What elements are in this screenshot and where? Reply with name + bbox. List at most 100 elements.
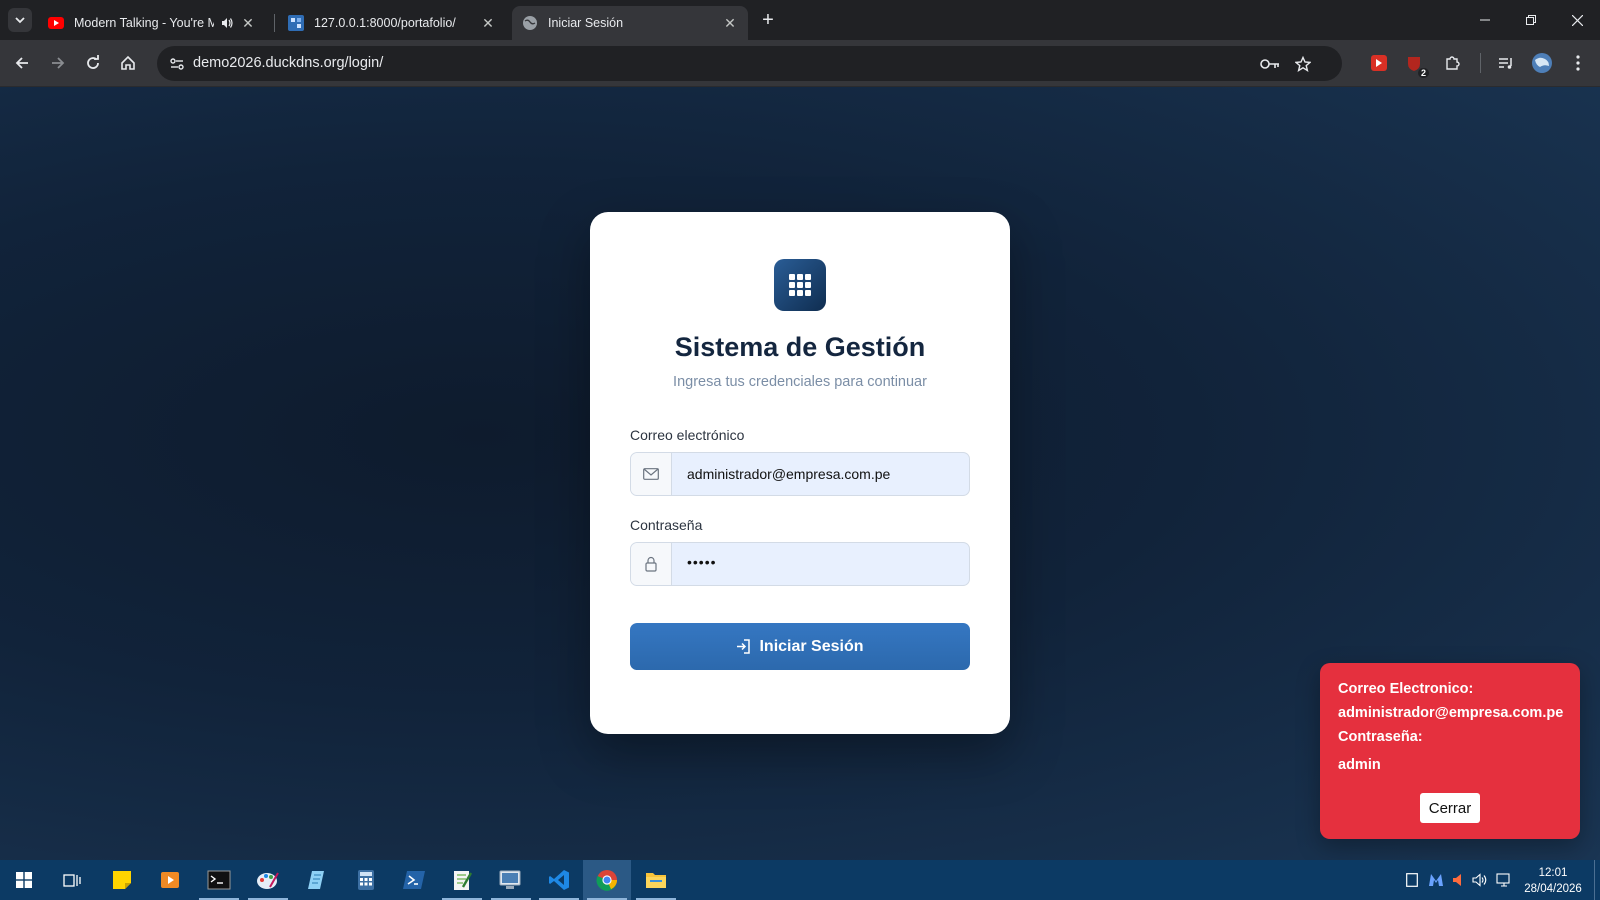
back-arrow-icon bbox=[15, 57, 28, 69]
minimize-button[interactable] bbox=[1462, 0, 1508, 40]
task-view-icon bbox=[63, 874, 81, 887]
extension-badge-button[interactable]: 2 bbox=[1403, 51, 1429, 78]
close-icon[interactable]: ✕ bbox=[722, 15, 738, 31]
playlist-icon bbox=[1499, 58, 1512, 69]
password-key-icon[interactable] bbox=[1258, 52, 1282, 76]
reload-button[interactable] bbox=[81, 51, 105, 75]
avatar bbox=[1532, 53, 1552, 73]
minimize-icon bbox=[1480, 19, 1490, 21]
site-info-icon[interactable] bbox=[165, 52, 189, 76]
taskbar-file-explorer[interactable] bbox=[632, 860, 680, 900]
task-view-button[interactable] bbox=[48, 860, 96, 900]
muted-speaker-tray-icon[interactable] bbox=[1448, 870, 1468, 890]
tab-search-button[interactable] bbox=[8, 8, 32, 32]
close-icon[interactable]: ✕ bbox=[240, 15, 256, 31]
toast-close-button[interactable]: Cerrar bbox=[1420, 793, 1480, 823]
password-field[interactable]: ••••• bbox=[630, 542, 970, 586]
tab-strip: Modern Talking - You're My Heart, You're… bbox=[0, 0, 1600, 40]
taskbar-paint[interactable] bbox=[244, 860, 292, 900]
show-desktop-button[interactable] bbox=[1594, 860, 1600, 900]
terminal-icon bbox=[207, 870, 231, 890]
taskbar-media-player[interactable] bbox=[146, 860, 194, 900]
paint-icon bbox=[257, 872, 279, 889]
browser-menu-button[interactable] bbox=[1566, 51, 1590, 75]
password-value[interactable]: ••••• bbox=[687, 554, 717, 570]
back-button[interactable] bbox=[10, 51, 34, 75]
toast-password-label: Contraseña: bbox=[1338, 729, 1423, 745]
url-text[interactable]: demo2026.duckdns.org/login/ bbox=[193, 55, 383, 71]
notepad-icon bbox=[308, 871, 324, 889]
restore-icon bbox=[1526, 15, 1536, 25]
taskbar-notepad[interactable] bbox=[293, 860, 341, 900]
login-card: Sistema de Gestión Ingresa tus credencia… bbox=[590, 212, 1010, 734]
malwarebytes-icon[interactable] bbox=[1426, 870, 1446, 890]
media-control-button[interactable] bbox=[1494, 51, 1518, 75]
profile-button[interactable] bbox=[1530, 51, 1554, 75]
taskbar-powershell[interactable] bbox=[390, 860, 438, 900]
home-icon bbox=[121, 55, 135, 70]
login-button[interactable]: Iniciar Sesión bbox=[630, 623, 970, 670]
email-label: Correo electrónico bbox=[630, 427, 745, 443]
forward-button[interactable] bbox=[46, 51, 70, 75]
sticky-notes-icon bbox=[113, 871, 131, 889]
youtube-icon bbox=[48, 15, 64, 31]
taskbar-notepad-plus[interactable] bbox=[438, 860, 486, 900]
lock-icon bbox=[631, 543, 672, 585]
django-icon bbox=[288, 15, 304, 31]
tab-portafolio[interactable]: 127.0.0.1:8000/portafolio/ ✕ bbox=[278, 6, 506, 40]
extension-button[interactable] bbox=[1367, 51, 1391, 75]
speaker-icon[interactable] bbox=[220, 16, 234, 30]
taskbar: 12:01 28/04/2026 bbox=[0, 860, 1600, 900]
login-button-label: Iniciar Sesión bbox=[759, 637, 864, 655]
tab-iniciar-sesion[interactable]: Iniciar Sesión ✕ bbox=[512, 6, 748, 40]
email-field[interactable]: administrador@empresa.com.pe bbox=[630, 452, 970, 496]
taskbar-chrome[interactable] bbox=[583, 860, 631, 900]
new-tab-button[interactable]: + bbox=[758, 9, 778, 31]
reload-icon bbox=[87, 55, 99, 69]
close-icon[interactable]: ✕ bbox=[480, 15, 496, 31]
volume-icon[interactable] bbox=[1470, 870, 1490, 890]
taskbar-clock[interactable]: 12:01 28/04/2026 bbox=[1518, 865, 1588, 897]
more-vertical-icon bbox=[1576, 55, 1580, 71]
restore-button[interactable] bbox=[1508, 0, 1554, 40]
credentials-toast: Correo Electronico: administrador@empres… bbox=[1320, 663, 1580, 839]
extensions-menu-button[interactable] bbox=[1440, 51, 1464, 75]
toast-email-value: administrador@empresa.com.pe bbox=[1338, 705, 1564, 721]
home-button[interactable] bbox=[116, 51, 140, 75]
taskbar-sticky-notes[interactable] bbox=[98, 860, 146, 900]
tray-notification-icon[interactable] bbox=[1402, 870, 1422, 890]
page-subtitle: Ingresa tus credenciales para continuar bbox=[673, 374, 927, 390]
taskbar-calculator[interactable] bbox=[342, 860, 390, 900]
password-label: Contraseña bbox=[630, 517, 703, 533]
calculator-icon bbox=[358, 870, 374, 890]
remote-desktop-icon bbox=[499, 870, 521, 889]
taskbar-terminal[interactable] bbox=[195, 860, 243, 900]
powershell-icon bbox=[403, 871, 425, 889]
toast-email-label: Correo Electronico: bbox=[1338, 681, 1474, 697]
tab-divider bbox=[274, 14, 275, 32]
close-window-button[interactable] bbox=[1554, 0, 1600, 40]
close-icon bbox=[1571, 14, 1583, 26]
envelope-icon bbox=[631, 453, 672, 495]
sign-in-icon bbox=[736, 639, 751, 654]
clock-time: 12:01 bbox=[1538, 867, 1568, 879]
red-extension-icon bbox=[1371, 55, 1387, 71]
chevron-down-icon bbox=[15, 17, 25, 24]
page-background: Sistema de Gestión Ingresa tus credencia… bbox=[0, 87, 1600, 860]
taskbar-remote-desktop[interactable] bbox=[487, 860, 535, 900]
chrome-icon bbox=[596, 870, 618, 891]
address-bar[interactable]: demo2026.duckdns.org/login/ bbox=[157, 46, 1342, 81]
start-icon bbox=[16, 872, 32, 888]
puzzle-icon bbox=[1446, 56, 1460, 70]
globe-icon bbox=[522, 15, 538, 31]
notepad-plus-icon bbox=[454, 871, 473, 890]
toolbar-divider bbox=[1480, 53, 1481, 73]
email-value[interactable]: administrador@empresa.com.pe bbox=[687, 466, 890, 482]
extension-badge-count: 2 bbox=[1417, 68, 1429, 78]
taskbar-vscode[interactable] bbox=[535, 860, 583, 900]
vscode-icon bbox=[549, 870, 569, 890]
start-button[interactable] bbox=[0, 860, 48, 900]
network-icon[interactable] bbox=[1494, 870, 1514, 890]
tab-youtube[interactable]: Modern Talking - You're My Heart, You're… bbox=[38, 6, 266, 40]
bookmark-star-icon[interactable] bbox=[1291, 52, 1315, 76]
